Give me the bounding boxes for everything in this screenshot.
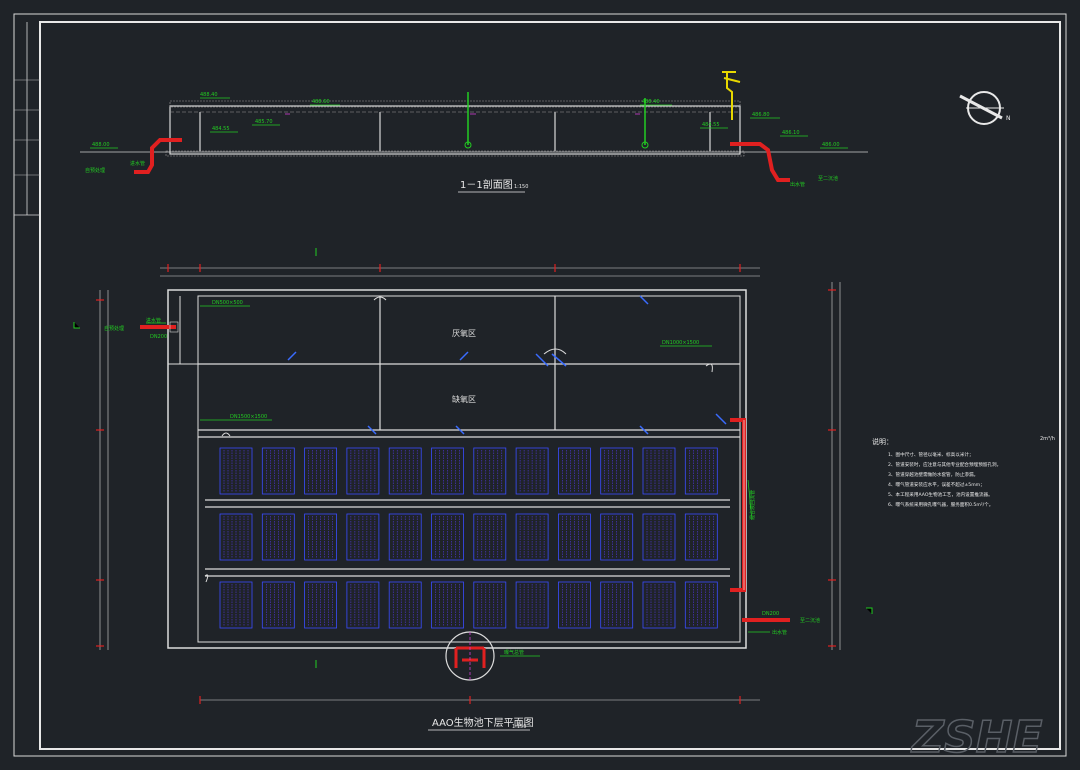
cad-drawing-canvas: 488.40 488.60 488.40 486.80 488.00 486.00 4…	[13, 13, 1067, 764]
svg-text:DN1000×1500: DN1000×1500	[662, 340, 699, 346]
north-arrow: N	[959, 91, 1011, 125]
label-to-clarifier-plan: 至二沉池	[800, 617, 820, 624]
label-inlet-pipe-section: 进水管	[130, 160, 145, 167]
note-line: 2、管道安装时，应注意与其他专业配合预埋预留孔洞，	[888, 461, 1001, 468]
label-aeration-main: 曝气总管	[504, 649, 524, 656]
svg-text:DN1500×1500: DN1500×1500	[230, 414, 267, 420]
svg-text:488.40: 488.40	[200, 92, 218, 98]
svg-text:486.00: 486.00	[822, 142, 840, 148]
svg-text:488.60: 488.60	[312, 99, 330, 105]
plan-scale: 1:150	[512, 724, 526, 730]
svg-text:488.00: 488.00	[92, 142, 110, 148]
svg-text:486.80: 486.80	[752, 112, 770, 118]
inner-frame	[39, 21, 1061, 750]
section-scale: 1:150	[514, 184, 528, 190]
note-line: 6、曝气系统采用微孔曝气器，服务面积0.5m²/个。	[888, 501, 993, 508]
svg-text:DN200: DN200	[762, 611, 779, 617]
section-title: 1－1剖面图	[460, 178, 513, 191]
label-outlet-pipe-plan: 出水管	[772, 629, 787, 636]
svg-text:488.40: 488.40	[642, 99, 660, 105]
svg-text:484.55: 484.55	[212, 126, 230, 132]
label-from-pretreat-plan: 自预处理	[104, 325, 124, 332]
label-return-mixed: 混合液回流管	[749, 490, 756, 520]
svg-text:485.70: 485.70	[255, 119, 273, 125]
svg-text:DN200: DN200	[150, 334, 167, 340]
zone-anoxic-label: 缺氧区	[452, 394, 476, 404]
watermark: ZSHE	[910, 712, 1042, 763]
note-line: 5、本工程采用AAO生物池工艺，池内设置推流器。	[888, 491, 993, 498]
svg-text:486.10: 486.10	[782, 130, 800, 136]
outer-frame	[13, 13, 1067, 757]
north-mark: N	[1006, 115, 1011, 122]
notes-block: 说明： 2m³/h 1、图中尺寸、管径以毫米、标高以米计； 2、管道安装时，应注…	[872, 436, 1055, 508]
section-view: 488.40 488.60 488.40 486.80 488.00 486.00 4…	[80, 71, 868, 193]
svg-text:DN500×500: DN500×500	[212, 300, 243, 306]
diffuser-grid	[219, 447, 718, 629]
label-from-pretreat-section: 自预处理	[85, 167, 105, 174]
label-inlet-pipe-plan: 进水管	[146, 317, 161, 324]
note-line: 3、管道穿越池壁需做防水套管，防止渗漏。	[888, 471, 978, 478]
plan-view: DN500×500 DN1500×1500 DN1000×1500 DN200 …	[73, 248, 873, 731]
zone-anaerobic-label: 厌氧区	[452, 328, 476, 338]
notes-heading: 说明：	[872, 437, 893, 446]
svg-text:484.55: 484.55	[702, 122, 720, 128]
note-line: 4、曝气管道安装应水平，误差不超过±5mm；	[888, 481, 985, 488]
label-outlet-pipe-section: 出水管	[790, 181, 805, 188]
flow-label: 2m³/h	[1040, 436, 1055, 442]
label-to-clarifier-section: 至二沉池	[818, 175, 838, 182]
note-line: 1、图中尺寸、管径以毫米、标高以米计；	[888, 451, 974, 458]
